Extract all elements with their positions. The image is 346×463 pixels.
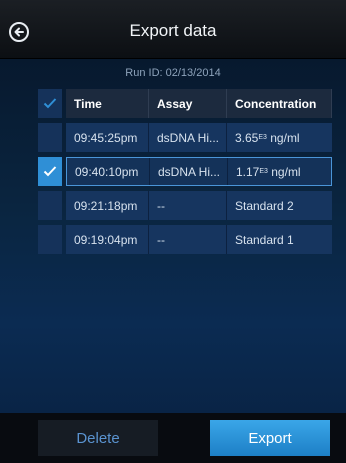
time-cell: 09:19:04pm xyxy=(66,225,149,254)
table-row-cells[interactable]: 09:21:18pm -- Standard 2 xyxy=(66,191,332,220)
table-row-cells[interactable]: 09:19:04pm -- Standard 1 xyxy=(66,225,332,254)
table-row[interactable]: 09:19:04pm -- Standard 1 xyxy=(38,225,332,254)
column-header-concentration[interactable]: Concentration xyxy=(227,89,332,118)
concentration-exponent: E3 xyxy=(259,168,268,175)
concentration-cell: Standard 1 xyxy=(235,232,294,247)
table-row[interactable]: 09:45:25pm dsDNA Hi... 3.65 E3 ng/ml xyxy=(38,123,332,152)
row-checkbox[interactable] xyxy=(38,157,62,186)
table-row[interactable]: 09:40:10pm dsDNA Hi... 1.17 E3 ng/ml xyxy=(38,157,332,186)
page-title: Export data xyxy=(129,21,217,40)
table-row-cells[interactable]: 09:45:25pm dsDNA Hi... 3.65 E3 ng/ml xyxy=(66,123,332,152)
run-id-label: Run ID: 02/13/2014 xyxy=(125,67,221,79)
delete-button[interactable]: Delete xyxy=(38,420,158,456)
table-row[interactable]: 09:21:18pm -- Standard 2 xyxy=(38,191,332,220)
table-header-row: Time Assay Concentration xyxy=(38,89,332,118)
concentration-unit: ng/ml xyxy=(266,130,300,145)
concentration-exponent: E3 xyxy=(258,134,267,141)
checkmark-icon xyxy=(43,166,57,177)
concentration-value: 3.65 xyxy=(235,130,259,145)
results-table: Time Assay Concentration 09:45:25pm dsDN… xyxy=(38,89,332,259)
export-button[interactable]: Export xyxy=(210,420,330,456)
concentration-cell: 3.65 E3 ng/ml xyxy=(227,123,332,152)
assay-cell: dsDNA Hi... xyxy=(150,158,228,185)
assay-cell: -- xyxy=(149,225,227,254)
column-header-assay[interactable]: Assay xyxy=(149,89,227,118)
concentration-cell: Standard 2 xyxy=(235,198,294,213)
column-header-time[interactable]: Time xyxy=(66,89,149,118)
time-cell: 09:45:25pm xyxy=(66,123,149,152)
header-bar: Export data xyxy=(0,0,346,59)
table-header: Time Assay Concentration xyxy=(66,89,332,118)
time-cell: 09:40:10pm xyxy=(67,158,150,185)
concentration-unit: ng/ml xyxy=(267,164,301,179)
select-all-checkbox[interactable] xyxy=(38,89,62,118)
row-checkbox[interactable] xyxy=(38,225,62,254)
row-checkbox[interactable] xyxy=(38,123,62,152)
footer-bar: Delete Export xyxy=(0,413,346,463)
checkmark-icon xyxy=(43,98,57,109)
assay-cell: -- xyxy=(149,191,227,220)
table-row-cells[interactable]: 09:40:10pm dsDNA Hi... 1.17 E3 ng/ml xyxy=(66,157,332,186)
time-cell: 09:21:18pm xyxy=(66,191,149,220)
export-data-screen: Export data Run ID: 02/13/2014 Time Assa… xyxy=(0,0,346,463)
concentration-value: 1.17 xyxy=(236,164,260,179)
assay-cell: dsDNA Hi... xyxy=(149,123,227,152)
concentration-cell: 1.17 E3 ng/ml xyxy=(228,158,331,185)
row-checkbox[interactable] xyxy=(38,191,62,220)
